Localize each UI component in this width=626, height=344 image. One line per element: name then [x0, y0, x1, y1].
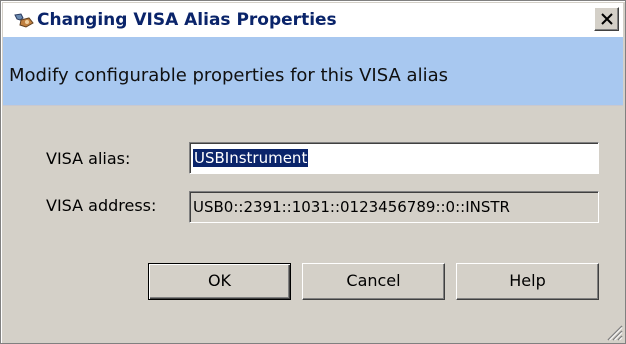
visa-alias-input[interactable]: USBInstrument: [189, 142, 599, 174]
visa-alias-value: USBInstrument: [193, 149, 309, 167]
help-button[interactable]: Help: [456, 263, 599, 300]
dialog-subtitle: Modify configurable properties for this …: [9, 65, 448, 86]
dialog-title: Changing VISA Alias Properties: [37, 10, 337, 30]
cancel-button[interactable]: Cancel: [302, 263, 445, 300]
description-banner: Modify configurable properties for this …: [3, 37, 623, 106]
dialog-window: Changing VISA Alias Properties Modify co…: [0, 0, 626, 344]
visa-properties-icon: [13, 12, 35, 30]
ok-button[interactable]: OK: [148, 263, 291, 300]
close-button[interactable]: [594, 7, 619, 31]
resize-grip-icon[interactable]: [605, 323, 623, 341]
visa-address-value: USB0::2391::1031::0123456789::0::INSTR: [193, 198, 510, 216]
close-icon: [601, 13, 613, 25]
visa-alias-label: VISA alias:: [46, 149, 131, 168]
visa-address-field: USB0::2391::1031::0123456789::0::INSTR: [189, 191, 599, 223]
visa-address-label: VISA address:: [46, 196, 157, 215]
title-bar[interactable]: Changing VISA Alias Properties: [3, 3, 623, 37]
